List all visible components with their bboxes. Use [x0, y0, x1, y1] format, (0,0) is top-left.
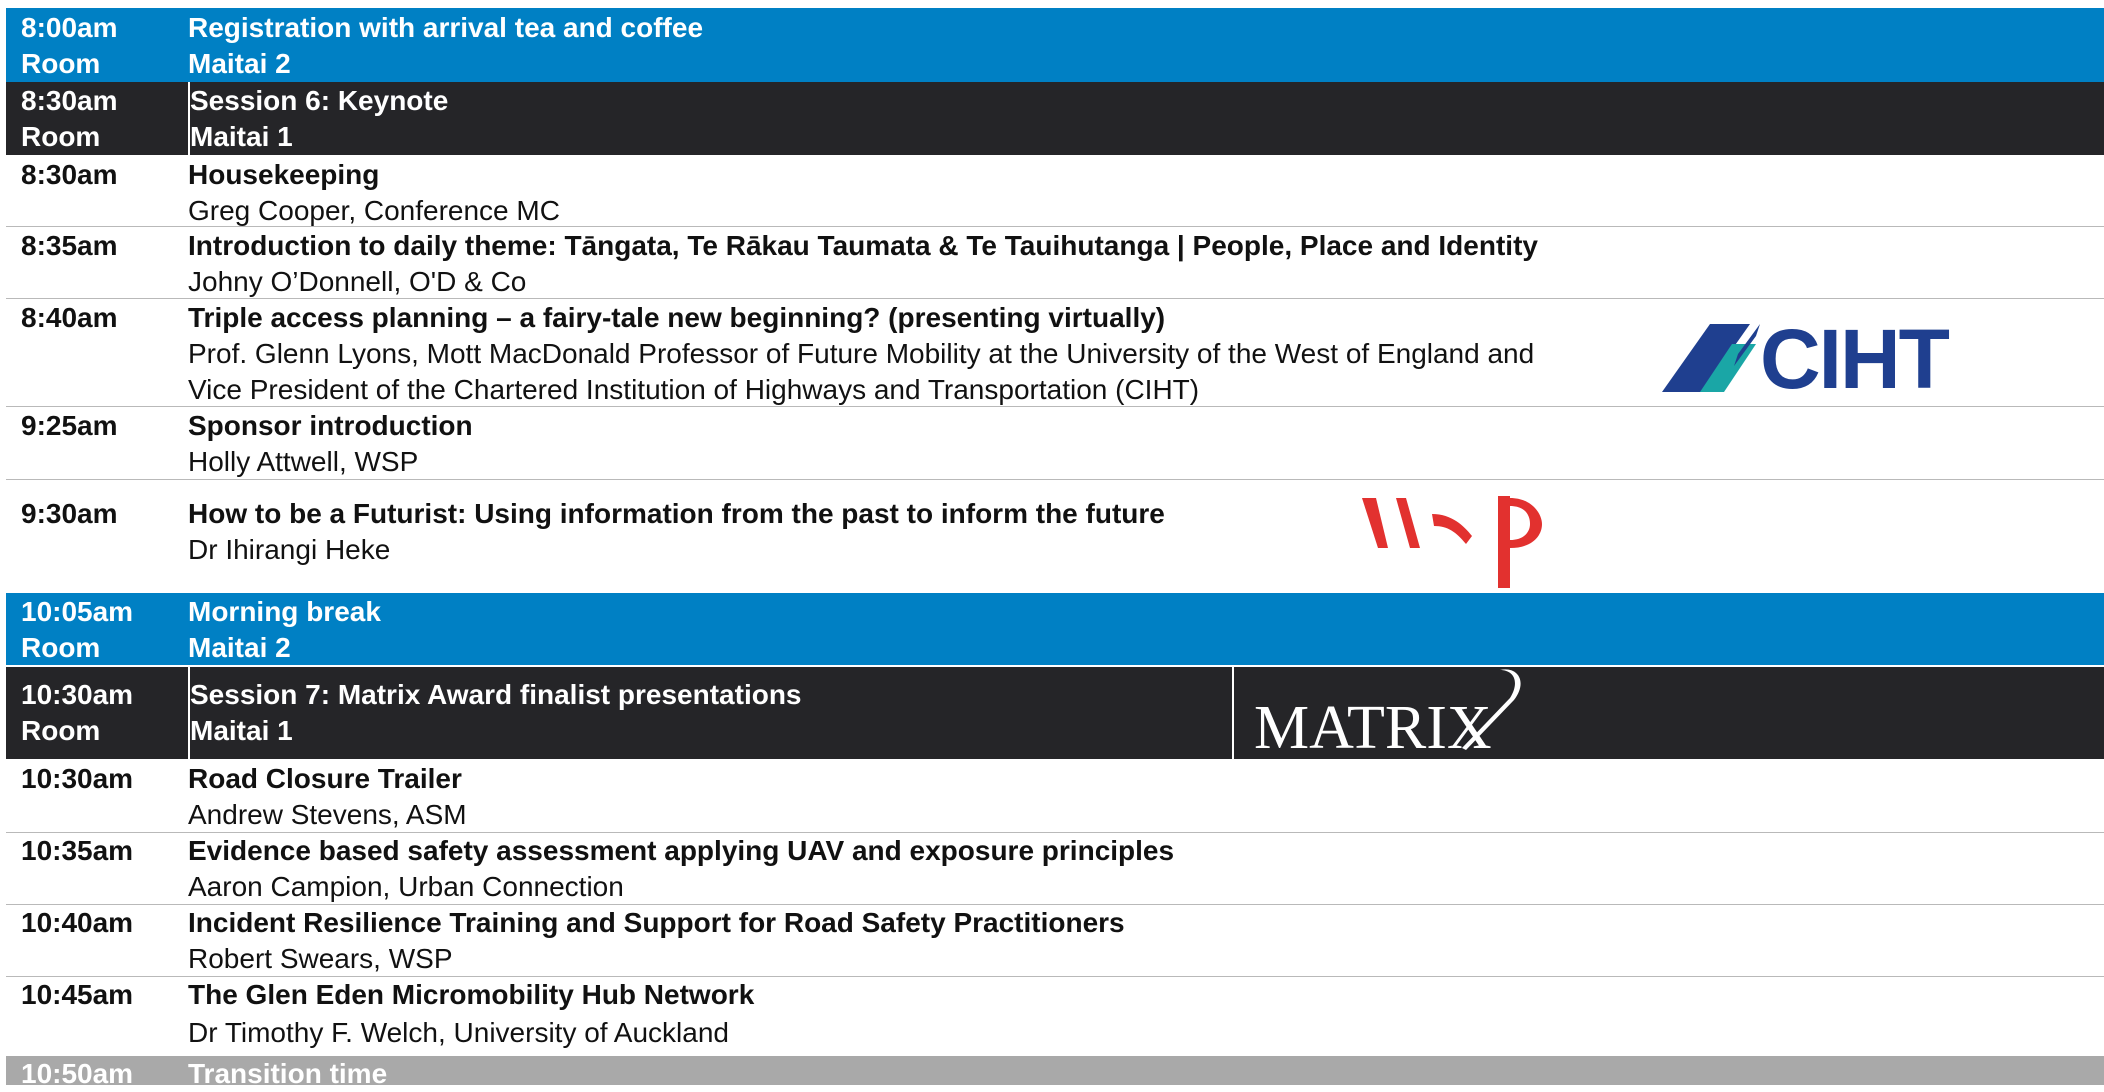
time-label: 8:30am — [21, 85, 118, 116]
room-name: Maitai 2 — [188, 632, 291, 663]
speaker: Greg Cooper, Conference MC — [188, 195, 560, 226]
speaker: Holly Attwell, WSP — [188, 446, 419, 477]
item-title: Introduction to daily theme: Tāngata, Te… — [188, 230, 1538, 261]
programme-page: 8:00am Room Registration with arrival te… — [0, 0, 2104, 1089]
time-label: 10:30am — [21, 763, 134, 794]
time-label: 10:50am — [21, 1058, 134, 1089]
matrix-logo-text: MATRIX — [1254, 694, 1492, 754]
speaker: Dr Ihirangi Heke — [188, 534, 391, 565]
speaker: Robert Swears, WSP — [188, 943, 453, 974]
room-name: Maitai 2 — [188, 48, 291, 79]
time-label: 8:35am — [21, 230, 118, 261]
item-title: Sponsor introduction — [188, 410, 473, 441]
banner-divider — [1232, 667, 1234, 759]
session-banner-keynote: 8:30am Room Session 6: Keynote Maitai 1 — [6, 82, 2104, 155]
speaker: Johny O’Donnell, O'D & Co — [188, 266, 527, 297]
time-label: 9:30am — [21, 498, 118, 529]
programme-item: 10:45am The Glen Eden Micromobility Hub … — [6, 977, 2104, 1055]
item-title: Evidence based safety assessment applyin… — [188, 835, 1175, 866]
room-name: Maitai 1 — [190, 715, 293, 746]
room-label: Room — [21, 121, 101, 152]
ciht-logo: CIHT — [1660, 312, 1990, 406]
time-label: 10:45am — [21, 979, 134, 1010]
session-banner-registration: 8:00am Room Registration with arrival te… — [6, 8, 2104, 82]
session-title: Morning break — [188, 596, 381, 627]
programme-item: 10:40am Incident Resilience Training and… — [6, 905, 2104, 977]
time-label: 10:35am — [21, 835, 134, 866]
time-label: 10:30am — [21, 679, 134, 710]
session-title: Session 6: Keynote — [190, 85, 449, 116]
room-label: Room — [21, 48, 101, 79]
speaker: Andrew Stevens, ASM — [188, 799, 467, 830]
time-label: 9:25am — [21, 410, 118, 441]
programme-item: 10:30am Road Closure Trailer Andrew Stev… — [6, 760, 2104, 833]
programme-item: 10:35am Evidence based safety assessment… — [6, 833, 2104, 905]
session-banner-matrix: 10:30am Room Session 7: Matrix Award fin… — [6, 667, 2104, 759]
time-label: 8:40am — [21, 302, 118, 333]
speaker: Dr Timothy F. Welch, University of Auckl… — [188, 1017, 729, 1048]
wsp-logo — [1356, 492, 1556, 588]
time-label: 10:40am — [21, 907, 134, 938]
item-title: Road Closure Trailer — [188, 763, 462, 794]
session-title: Registration with arrival tea and coffee — [188, 12, 704, 43]
session-title: Session 7: Matrix Award finalist present… — [190, 679, 802, 710]
session-banner-morning-break: 10:05am Room Morning break Maitai 2 — [6, 593, 2104, 665]
room-label: Room — [21, 715, 101, 746]
programme-item: 8:35am Introduction to daily theme: Tāng… — [6, 227, 2104, 299]
matrix-logo: MATRIX — [1252, 668, 1532, 762]
session-title: Transition time — [188, 1058, 388, 1089]
speaker: Aaron Campion, Urban Connection — [188, 871, 624, 902]
time-label: 8:00am — [21, 12, 118, 43]
room-label: Room — [21, 632, 101, 663]
item-title: How to be a Futurist: Using information … — [188, 498, 1165, 529]
time-label: 10:05am — [21, 596, 134, 627]
room-name: Maitai 1 — [190, 121, 293, 152]
programme-item: 9:25am Sponsor introduction Holly Attwel… — [6, 407, 2104, 480]
item-title: Incident Resilience Training and Support… — [188, 907, 1125, 938]
item-title: The Glen Eden Micromobility Hub Network — [188, 979, 755, 1010]
time-label: 8:30am — [21, 159, 118, 190]
programme-item: 8:30am Housekeeping Greg Cooper, Confere… — [6, 155, 2104, 227]
ciht-logo-text: CIHT — [1760, 322, 1950, 394]
session-banner-transition: 10:50am Transition time — [6, 1056, 2104, 1089]
item-title: Housekeeping — [188, 159, 380, 190]
programme-item: 9:30am How to be a Futurist: Using infor… — [6, 480, 2104, 592]
